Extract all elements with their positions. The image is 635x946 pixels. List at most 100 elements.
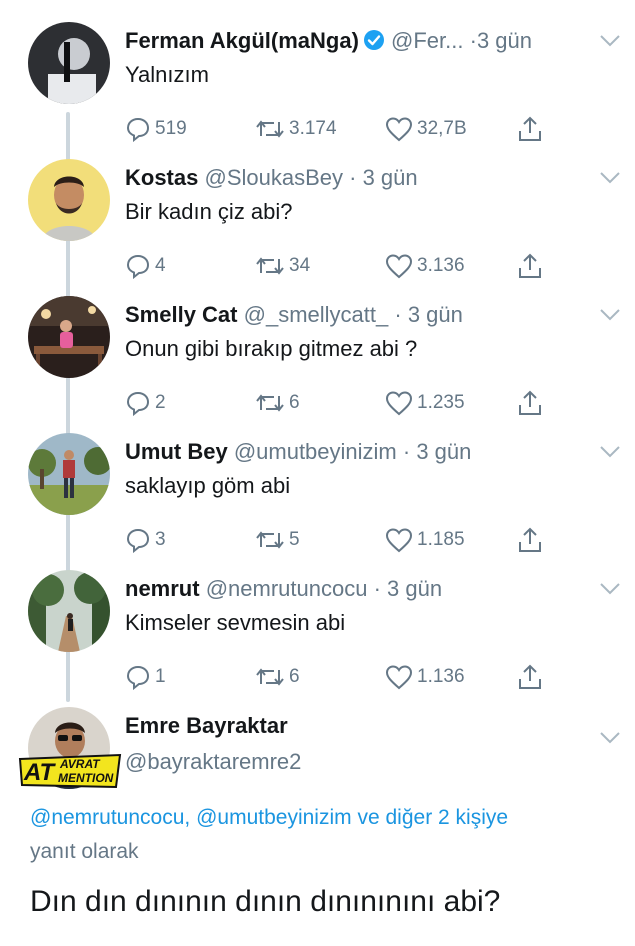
avatar[interactable] (28, 570, 110, 652)
avatar[interactable] (28, 296, 110, 378)
retweet-icon (256, 668, 284, 686)
timestamp[interactable]: 3 gün (408, 302, 463, 327)
retweet-count: 34 (289, 255, 311, 276)
tweet-header: Ferman Akgül(maNga) @Fer... ·3 gün (125, 26, 621, 56)
verified-badge-icon (363, 29, 385, 59)
tweet-header: Smelly Cat @_smellycatt_ · 3 gün (125, 300, 621, 330)
mention-link[interactable]: @nemrutuncocu, (30, 806, 190, 829)
like-button[interactable]: 1.136 (385, 660, 465, 694)
display-name[interactable]: Emre Bayraktar (125, 713, 288, 738)
display-name[interactable]: Ferman Akgül(maNga) (125, 28, 359, 53)
chevron-down-icon[interactable] (599, 34, 621, 48)
retweet-icon (256, 120, 284, 138)
separator-dot: · (469, 28, 477, 53)
separator-dot: · (349, 165, 357, 190)
reply-count: 4 (155, 255, 166, 276)
like-count: 32,7B (417, 118, 467, 139)
retweet-count: 3.174 (289, 118, 337, 139)
share-button[interactable] (517, 112, 547, 146)
logo-mention: MENTION (58, 771, 114, 785)
display-name[interactable]: nemrut (125, 576, 200, 601)
chevron-down-icon[interactable] (599, 582, 621, 596)
main-tweet-text: Dın dın dınının dının dınınınını abi? (30, 885, 501, 918)
tweet-thread: Ferman Akgül(maNga) @Fer... ·3 gün Yalnı… (0, 0, 635, 946)
separator-dot: · (394, 302, 402, 327)
user-handle[interactable]: @_smellycatt_ (244, 302, 389, 327)
retweet-button[interactable]: 5 (255, 523, 300, 557)
retweet-button[interactable]: 6 (255, 660, 300, 694)
atm-logo: AT AVRAT MENTION (18, 753, 122, 789)
reply-icon (126, 117, 150, 142)
chevron-down-icon[interactable] (599, 731, 621, 745)
like-count: 1.136 (417, 666, 465, 687)
others-link[interactable]: diğer 2 kişiye (385, 806, 508, 829)
share-button[interactable] (517, 249, 547, 283)
display-name[interactable]: Kostas (125, 165, 198, 190)
share-button[interactable] (517, 523, 547, 557)
reply-button[interactable]: 519 (125, 112, 187, 146)
like-button[interactable]: 1.185 (385, 523, 465, 557)
retweet-icon (256, 531, 284, 549)
reply-connector[interactable]: ve (357, 806, 379, 829)
display-name[interactable]: Umut Bey (125, 439, 228, 464)
tweet-card[interactable]: nemrut @nemrutuncocu · 3 gün Kimseler se… (0, 570, 635, 690)
tweet-actions: 519 3.174 32,7B (125, 112, 555, 146)
chevron-down-icon[interactable] (599, 171, 621, 185)
reply-icon (126, 254, 150, 279)
like-button[interactable]: 32,7B (385, 112, 467, 146)
like-count: 1.235 (417, 392, 465, 413)
heart-icon (385, 117, 413, 142)
tweet-text: saklayıp göm abi (125, 473, 291, 498)
retweet-button[interactable]: 6 (255, 386, 300, 420)
share-icon (519, 116, 541, 141)
tweet-header: Kostas @SloukasBey · 3 gün (125, 163, 621, 193)
mention-link[interactable]: @umutbeyinizim (196, 806, 352, 829)
reply-icon (126, 528, 150, 553)
tweet-text: Yalnızım (125, 62, 209, 87)
heart-icon (385, 665, 413, 690)
timestamp[interactable]: 3 gün (477, 28, 532, 53)
user-handle[interactable]: @SloukasBey (204, 165, 343, 190)
avatar[interactable] (28, 22, 110, 104)
timestamp[interactable]: 3 gün (387, 576, 442, 601)
share-icon (519, 390, 541, 415)
timestamp[interactable]: 3 gün (416, 439, 471, 464)
tweet-actions: 1 6 1.136 (125, 660, 555, 694)
reply-button[interactable]: 4 (125, 249, 166, 283)
reply-count: 1 (155, 666, 166, 687)
tweet-card[interactable]: Smelly Cat @_smellycatt_ · 3 gün Onun gi… (0, 296, 635, 416)
tweet-actions: 2 6 1.235 (125, 386, 555, 420)
user-handle[interactable]: @umutbeyinizim (234, 439, 397, 464)
tweet-text: Onun gibi bırakıp gitmez abi ? (125, 336, 418, 361)
reply-icon (126, 391, 150, 416)
tweet-card[interactable]: Umut Bey @umutbeyinizim · 3 gün saklayıp… (0, 433, 635, 553)
user-handle[interactable]: @Fer... (391, 28, 463, 53)
share-button[interactable] (517, 386, 547, 420)
user-handle[interactable]: @nemrutuncocu (206, 576, 368, 601)
like-button[interactable]: 1.235 (385, 386, 465, 420)
tweet-card[interactable]: Ferman Akgül(maNga) @Fer... ·3 gün Yalnı… (0, 22, 635, 142)
avatar[interactable] (28, 159, 110, 241)
chevron-down-icon[interactable] (599, 445, 621, 459)
avatar[interactable] (28, 433, 110, 515)
like-button[interactable]: 3.136 (385, 249, 465, 283)
reply-button[interactable]: 1 (125, 660, 166, 694)
user-handle[interactable]: @bayraktaremre2 (125, 747, 301, 777)
reply-count: 2 (155, 392, 166, 413)
timestamp[interactable]: 3 gün (363, 165, 418, 190)
retweet-button[interactable]: 34 (255, 249, 310, 283)
retweet-button[interactable]: 3.174 (255, 112, 337, 146)
retweet-count: 5 (289, 529, 300, 550)
retweet-count: 6 (289, 392, 300, 413)
display-name[interactable]: Smelly Cat (125, 302, 238, 327)
share-button[interactable] (517, 660, 547, 694)
tweet-actions: 4 34 3.136 (125, 249, 555, 283)
like-count: 1.185 (417, 529, 465, 550)
retweet-icon (256, 394, 284, 412)
chevron-down-icon[interactable] (599, 308, 621, 322)
reply-button[interactable]: 2 (125, 386, 166, 420)
tweet-card[interactable]: Kostas @SloukasBey · 3 gün Bir kadın çiz… (0, 159, 635, 279)
tweet-header: nemrut @nemrutuncocu · 3 gün (125, 574, 621, 604)
reply-button[interactable]: 3 (125, 523, 166, 557)
replying-to: @nemrutuncocu, @umutbeyinizim ve diğer 2… (30, 801, 508, 869)
